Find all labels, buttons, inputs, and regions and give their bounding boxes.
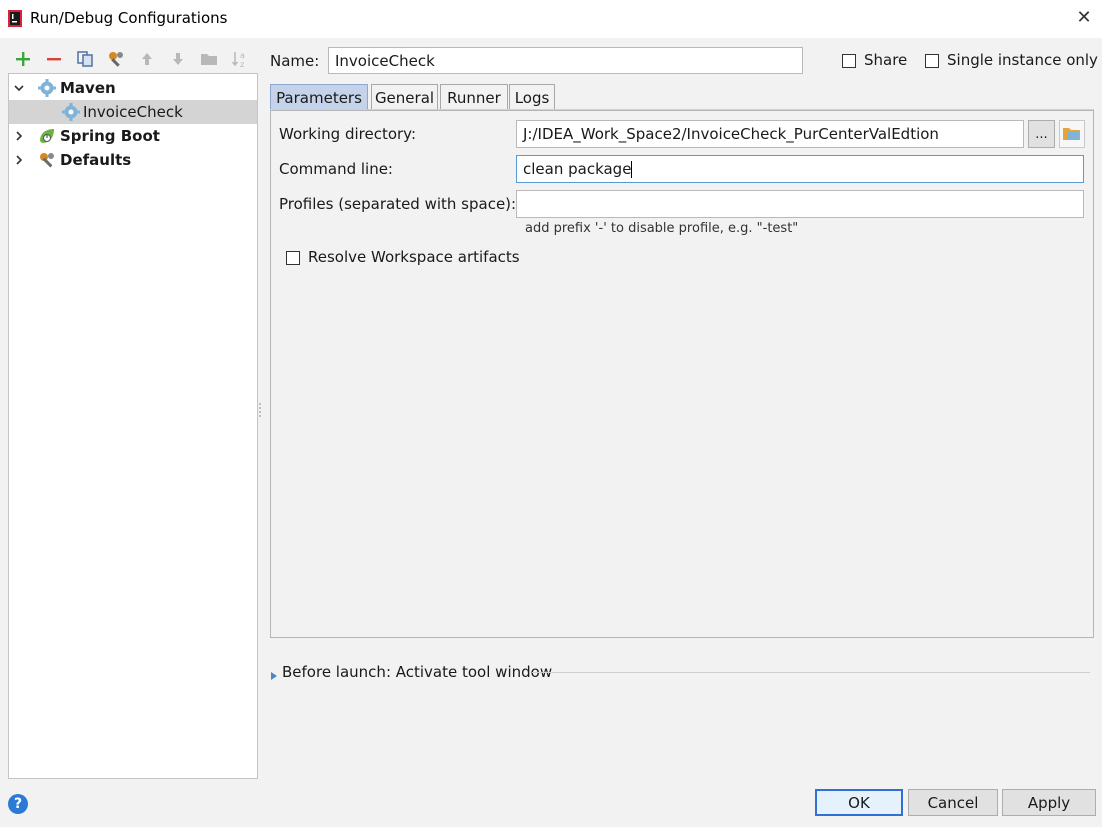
resolve-workspace-label: Resolve Workspace artifacts	[308, 248, 520, 266]
tree-item-label: Spring Boot	[60, 127, 160, 145]
working-directory-field[interactable]: J:/IDEA_Work_Space2/InvoiceCheck_PurCent…	[516, 120, 1024, 148]
name-label: Name:	[270, 52, 320, 70]
folder-open-icon	[1063, 128, 1080, 140]
tree-item-maven[interactable]: Maven	[9, 76, 257, 100]
command-line-field[interactable]: clean package	[516, 155, 1084, 183]
edit-defaults-icon[interactable]	[105, 48, 127, 70]
profiles-label: Profiles (separated with space):	[279, 195, 517, 213]
tree-item-label: Maven	[60, 79, 116, 97]
tree-item-invoicecheck[interactable]: InvoiceCheck	[9, 100, 257, 124]
spring-boot-icon	[40, 129, 54, 143]
before-launch-divider	[532, 672, 1090, 673]
text-caret	[631, 160, 633, 178]
wrench-icon	[40, 153, 54, 168]
share-checkbox[interactable]	[842, 54, 856, 68]
move-up-icon[interactable]	[136, 48, 158, 70]
help-icon[interactable]: ?	[8, 794, 28, 814]
splitter-handle[interactable]	[258, 402, 262, 418]
folder-icon[interactable]	[198, 48, 220, 70]
tree-item-label: InvoiceCheck	[83, 103, 183, 121]
resolve-workspace-checkbox[interactable]	[286, 251, 300, 265]
window-title: Run/Debug Configurations	[30, 9, 228, 27]
tree-item-defaults[interactable]: Defaults	[9, 148, 257, 172]
name-field[interactable]: InvoiceCheck	[328, 47, 803, 74]
profiles-field[interactable]	[516, 190, 1084, 218]
move-down-icon[interactable]	[167, 48, 189, 70]
tab-general[interactable]: General	[371, 84, 438, 110]
intellij-app-icon	[8, 10, 22, 27]
before-launch-label[interactable]: Before launch: Activate tool window	[282, 663, 552, 681]
gear-icon	[38, 79, 56, 97]
command-line-label: Command line:	[279, 160, 393, 178]
apply-button[interactable]: Apply	[1002, 789, 1096, 816]
browse-button[interactable]: ...	[1028, 120, 1055, 148]
profiles-hint: add prefix '-' to disable profile, e.g. …	[525, 221, 799, 236]
single-instance-label: Single instance only	[947, 51, 1098, 69]
gear-icon	[62, 103, 80, 121]
tab-parameters[interactable]: Parameters	[270, 84, 368, 110]
configuration-tree[interactable]: Maven InvoiceCheck Spring Boot Defaults	[8, 73, 258, 779]
open-folder-button[interactable]	[1059, 120, 1085, 148]
sort-icon[interactable]: az	[229, 48, 251, 70]
svg-text:z: z	[240, 60, 244, 68]
add-icon[interactable]	[12, 48, 34, 70]
share-label: Share	[864, 51, 908, 69]
chevron-right-icon[interactable]	[13, 130, 25, 142]
tree-item-label: Defaults	[60, 151, 132, 169]
remove-icon[interactable]	[43, 48, 65, 70]
copy-icon[interactable]	[74, 48, 96, 70]
svg-text:a: a	[240, 51, 245, 60]
tree-item-spring-boot[interactable]: Spring Boot	[9, 124, 257, 148]
single-instance-checkbox[interactable]	[925, 54, 939, 68]
cancel-button[interactable]: Cancel	[908, 789, 998, 816]
expand-triangle-icon[interactable]	[270, 667, 278, 680]
ok-button[interactable]: OK	[815, 789, 903, 816]
tab-runner[interactable]: Runner	[440, 84, 508, 110]
working-directory-label: Working directory:	[279, 125, 417, 143]
chevron-right-icon[interactable]	[13, 154, 25, 166]
close-icon[interactable]: ✕	[1072, 6, 1096, 30]
command-line-value: clean package	[523, 160, 632, 178]
chevron-down-icon[interactable]	[13, 82, 25, 94]
tab-logs[interactable]: Logs	[509, 84, 555, 110]
